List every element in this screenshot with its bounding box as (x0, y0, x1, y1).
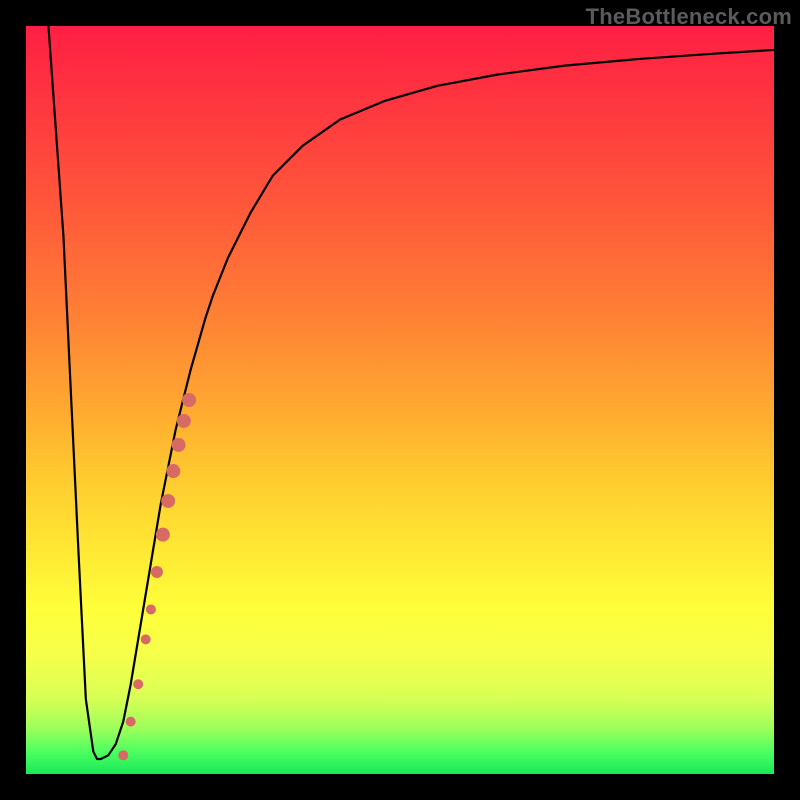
marker-group (118, 393, 196, 760)
plot-area (26, 26, 774, 774)
data-marker (166, 464, 180, 478)
data-marker (118, 750, 128, 760)
data-marker (133, 679, 143, 689)
data-marker (177, 414, 191, 428)
data-marker (156, 528, 170, 542)
curve-svg (26, 26, 774, 774)
data-marker (172, 438, 186, 452)
data-marker (141, 634, 151, 644)
data-marker (126, 717, 136, 727)
data-marker (161, 494, 175, 508)
data-marker (146, 604, 156, 614)
watermark-text: TheBottleneck.com (586, 4, 792, 30)
chart-frame: TheBottleneck.com (0, 0, 800, 800)
bottleneck-curve (48, 26, 774, 759)
data-marker (151, 566, 163, 578)
data-marker (182, 393, 196, 407)
